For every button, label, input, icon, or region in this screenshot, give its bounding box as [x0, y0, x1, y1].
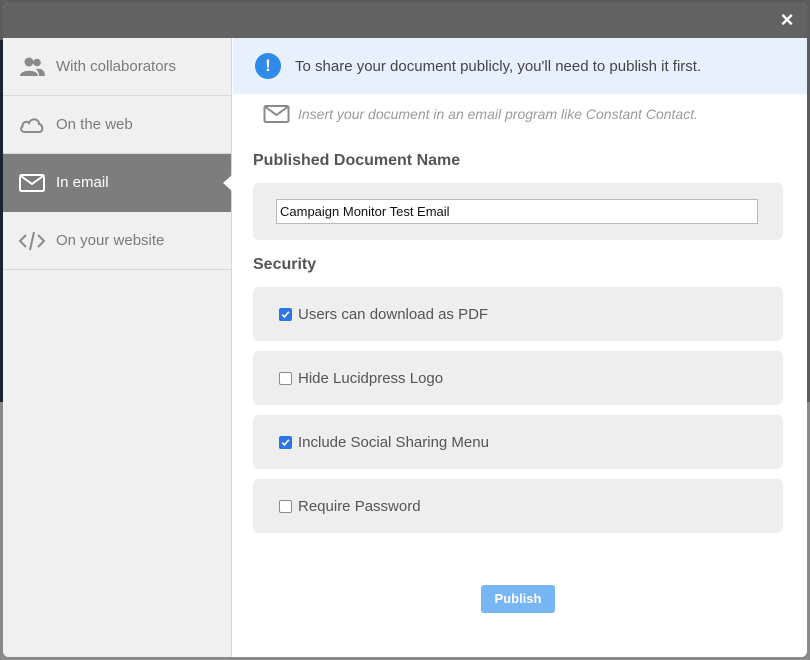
- sidebar-item-on-the-web[interactable]: On the web: [3, 96, 231, 154]
- info-icon: !: [255, 53, 281, 79]
- publish-dialog: × With collaborators On the web In email…: [3, 3, 807, 657]
- checkbox-hide-logo[interactable]: [279, 371, 292, 385]
- share-sidebar: With collaborators On the web In email O…: [3, 38, 232, 657]
- checkbox-download-pdf[interactable]: [279, 307, 292, 321]
- banner-text: To share your document publicly, you'll …: [295, 57, 702, 75]
- email-hint-text: Insert your document in an email program…: [298, 106, 698, 122]
- sidebar-item-label: With collaborators: [56, 58, 177, 75]
- sidebar-item-label: On the web: [56, 116, 133, 133]
- option-social-sharing[interactable]: Include Social Sharing Menu: [253, 415, 783, 469]
- people-icon: [18, 56, 46, 78]
- option-download-pdf[interactable]: Users can download as PDF: [253, 287, 783, 341]
- active-pointer: [223, 175, 232, 191]
- envelope-icon: [18, 172, 46, 194]
- security-title: Security: [253, 256, 317, 273]
- option-label: Users can download as PDF: [298, 305, 489, 323]
- sidebar-item-on-your-website[interactable]: On your website: [3, 212, 231, 270]
- published-name-input[interactable]: [276, 199, 758, 224]
- email-share-panel: ! To share your document publicly, you'l…: [233, 38, 807, 657]
- sidebar-item-label: In email: [56, 174, 109, 191]
- option-require-password[interactable]: Require Password: [253, 479, 783, 533]
- checkbox-social-sharing[interactable]: [279, 435, 292, 449]
- envelope-icon: [263, 104, 290, 124]
- code-icon: [18, 230, 46, 252]
- option-label: Require Password: [298, 497, 421, 515]
- published-name-title: Published Document Name: [253, 152, 461, 169]
- option-label: Include Social Sharing Menu: [298, 433, 489, 451]
- dialog-titlebar: ×: [3, 3, 807, 38]
- option-label: Hide Lucidpress Logo: [298, 369, 444, 387]
- option-hide-logo[interactable]: Hide Lucidpress Logo: [253, 351, 783, 405]
- publish-button[interactable]: Publish: [481, 585, 555, 613]
- close-icon[interactable]: ×: [777, 9, 797, 31]
- published-name-card: [253, 183, 783, 240]
- cloud-icon: [18, 114, 46, 136]
- email-hint: Insert your document in an email program…: [263, 104, 698, 124]
- sidebar-item-label: On your website: [56, 232, 165, 249]
- checkbox-require-password[interactable]: [279, 499, 292, 513]
- publish-info-banner: ! To share your document publicly, you'l…: [233, 38, 807, 94]
- sidebar-item-with-collaborators[interactable]: With collaborators: [3, 38, 231, 96]
- sidebar-item-in-email[interactable]: In email: [3, 154, 232, 212]
